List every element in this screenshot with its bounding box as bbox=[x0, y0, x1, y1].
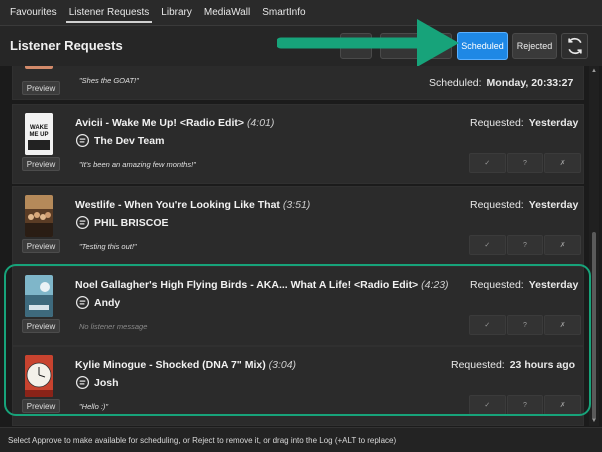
requester: PHIL BRISCOE bbox=[75, 215, 168, 230]
scroll-down-icon[interactable]: ▼ bbox=[589, 418, 599, 424]
song-title: Kylie Minogue - Shocked (DNA 7" Mix) (3:… bbox=[75, 359, 297, 371]
requester: Andy bbox=[75, 295, 120, 310]
tab-listener-requests[interactable]: Listener Requests bbox=[63, 7, 156, 25]
preview-button[interactable]: Preview bbox=[22, 399, 60, 413]
annotation-arrow-icon bbox=[277, 19, 459, 67]
preview-button[interactable]: Preview bbox=[22, 319, 60, 333]
list-item[interactable]: Kylie Minogue - Shocked (DNA 7" Mix) (3:… bbox=[12, 346, 584, 426]
status-bar: Select Approve to make available for sch… bbox=[0, 427, 602, 452]
listener-message: "Testing this out!" bbox=[79, 242, 137, 251]
reject-button[interactable]: ✗ bbox=[544, 235, 582, 255]
preview-button[interactable]: Preview bbox=[22, 81, 60, 95]
request-status: Requested: Yesterday bbox=[470, 117, 579, 129]
listener-message: "It's been an amazing few months!" bbox=[79, 160, 196, 169]
approve-button[interactable]: ✓ bbox=[469, 235, 506, 255]
reject-button[interactable]: ✗ bbox=[544, 153, 582, 173]
request-list: "Shes the GOAT!" Preview Scheduled: Monda… bbox=[8, 66, 588, 426]
album-art: WAKE ME UP bbox=[25, 113, 53, 155]
refresh-button[interactable] bbox=[561, 33, 588, 59]
unsure-button[interactable]: ? bbox=[506, 315, 544, 335]
rejected-button[interactable]: Rejected bbox=[512, 33, 557, 59]
list-item[interactable]: "Shes the GOAT!" Preview Scheduled: Monda… bbox=[12, 66, 584, 100]
album-art bbox=[25, 195, 53, 237]
tab-library[interactable]: Library bbox=[155, 7, 198, 25]
unsure-button[interactable]: ? bbox=[506, 153, 544, 173]
approve-button[interactable]: ✓ bbox=[469, 395, 506, 415]
tab-mediawall[interactable]: MediaWall bbox=[198, 7, 256, 25]
list-item[interactable]: WAKE ME UP Avicii - Wake Me Up! <Radio E… bbox=[12, 104, 584, 184]
unsure-button[interactable]: ? bbox=[506, 235, 544, 255]
song-title: Westlife - When You're Looking Like That… bbox=[75, 199, 311, 211]
refresh-icon bbox=[567, 37, 582, 55]
album-art bbox=[25, 66, 53, 69]
list-item[interactable]: Noel Gallagher's High Flying Birds - AKA… bbox=[12, 266, 584, 346]
chat-bubble-icon bbox=[75, 133, 90, 148]
svg-text:WAKE: WAKE bbox=[30, 125, 48, 131]
song-title: Avicii - Wake Me Up! <Radio Edit> (4:01) bbox=[75, 117, 275, 129]
listener-message: No listener message bbox=[79, 322, 148, 331]
page-title: Listener Requests bbox=[10, 38, 123, 53]
album-art bbox=[25, 355, 53, 397]
requester: The Dev Team bbox=[75, 133, 164, 148]
tab-favourites[interactable]: Favourites bbox=[4, 7, 63, 25]
listener-message: "Shes the GOAT!" bbox=[79, 76, 139, 85]
action-group: ✓ ? ✗ bbox=[469, 395, 582, 415]
requester: Josh bbox=[75, 375, 119, 390]
scrollbar-thumb[interactable] bbox=[592, 232, 596, 420]
request-status: Requested: 23 hours ago bbox=[451, 359, 576, 371]
preview-button[interactable]: Preview bbox=[22, 157, 60, 171]
approve-button[interactable]: ✓ bbox=[469, 153, 506, 173]
request-status: Requested: Yesterday bbox=[470, 279, 579, 291]
listener-message: "Hello :)" bbox=[79, 402, 109, 411]
scroll-up-icon[interactable]: ▲ bbox=[589, 68, 599, 74]
request-status: Requested: Yesterday bbox=[470, 199, 579, 211]
action-group: ✓ ? ✗ bbox=[469, 153, 582, 173]
list-item[interactable]: Westlife - When You're Looking Like That… bbox=[12, 186, 584, 266]
action-group: ✓ ? ✗ bbox=[469, 235, 582, 255]
preview-button[interactable]: Preview bbox=[22, 239, 60, 253]
scrollbar[interactable]: ▲ ▼ bbox=[589, 66, 599, 426]
reject-button[interactable]: ✗ bbox=[544, 315, 582, 335]
chat-bubble-icon bbox=[75, 375, 90, 390]
chat-bubble-icon bbox=[75, 215, 90, 230]
svg-text:ME UP: ME UP bbox=[29, 132, 48, 138]
song-title: Noel Gallagher's High Flying Birds - AKA… bbox=[75, 279, 449, 291]
unsure-button[interactable]: ? bbox=[506, 395, 544, 415]
chat-bubble-icon bbox=[75, 295, 90, 310]
request-status: Scheduled: Monday, 20:33:27 bbox=[429, 77, 574, 89]
reject-button[interactable]: ✗ bbox=[544, 395, 582, 415]
approve-button[interactable]: ✓ bbox=[469, 315, 506, 335]
album-art bbox=[25, 275, 53, 317]
action-group: ✓ ? ✗ bbox=[469, 315, 582, 335]
